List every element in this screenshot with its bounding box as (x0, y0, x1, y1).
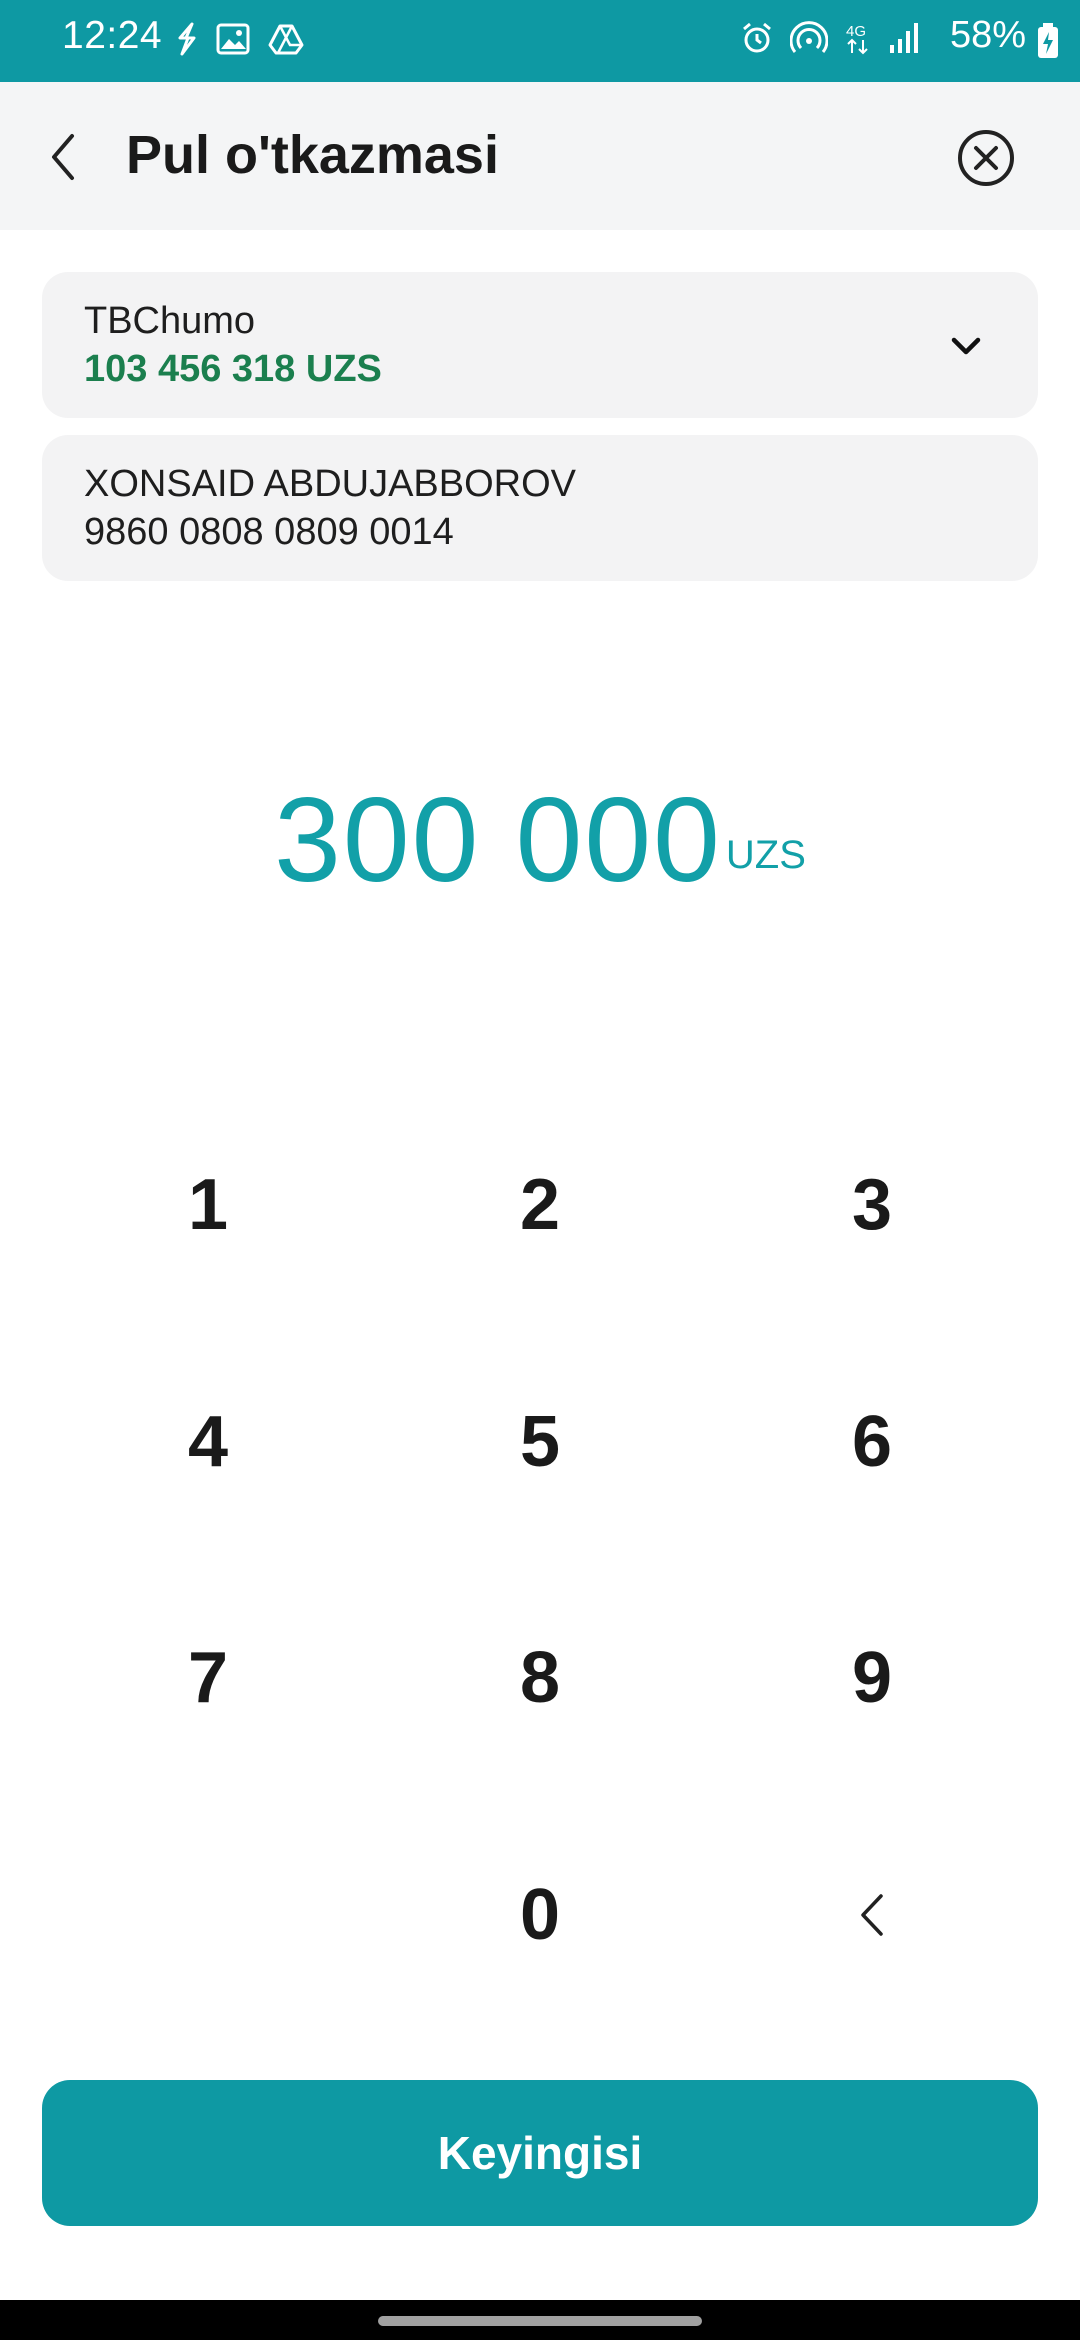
page-title: Pul o'tkazmasi (126, 125, 499, 185)
chevron-down-icon[interactable] (948, 328, 984, 364)
keypad-key-1[interactable]: 1 (58, 1115, 358, 1295)
amount-currency: UZS (725, 833, 806, 877)
status-time: 12:24 (62, 14, 163, 57)
keypad-key-0[interactable]: 0 (390, 1825, 690, 2005)
home-gesture-handle[interactable] (378, 2316, 702, 2326)
source-card-name: TBChumo (84, 300, 256, 342)
signal-icon (890, 23, 918, 53)
back-button[interactable] (42, 128, 84, 186)
next-button[interactable]: Keyingisi (42, 2080, 1038, 2226)
keypad-backspace-key[interactable] (722, 1825, 1022, 2005)
transfer-screen: 12:24 4G 58% Pul o'tkazmasi TBChumo 103 … (0, 0, 1080, 2340)
drive-icon (268, 24, 304, 55)
recipient-card-number: 9860 0808 0809 0014 (84, 511, 454, 553)
close-button[interactable] (956, 128, 1016, 188)
keypad-key-8[interactable]: 8 (390, 1588, 690, 1768)
status-bar: 12:24 4G 58% (0, 0, 1080, 82)
image-icon (216, 23, 250, 55)
keypad-key-7[interactable]: 7 (58, 1588, 358, 1768)
navigation-bar (0, 2300, 1080, 2340)
4g-icon: 4G (846, 23, 868, 55)
keypad-key-6[interactable]: 6 (722, 1352, 1022, 1532)
recipient-name: XONSAID ABDUJABBOROV (84, 463, 577, 505)
amount-display: 300 000 UZS (0, 760, 1080, 900)
sync-icon (178, 22, 196, 56)
source-card-balance: 103 456 318 UZS (84, 348, 382, 390)
backspace-chevron-icon (861, 1894, 883, 1936)
amount-value: 300 000 (274, 773, 722, 907)
status-right-icons: 4G (740, 20, 920, 56)
keypad-key-2[interactable]: 2 (390, 1115, 690, 1295)
battery-percentage: 58% (949, 14, 1026, 56)
source-card-selector[interactable]: TBChumo 103 456 318 UZS (42, 272, 1038, 418)
status-left-icons (176, 22, 304, 56)
keypad-key-9[interactable]: 9 (722, 1588, 1022, 1768)
recipient-card: XONSAID ABDUJABBOROV 9860 0808 0809 0014 (42, 435, 1038, 581)
app-header: Pul o'tkazmasi (0, 82, 1080, 230)
keypad-key-5[interactable]: 5 (390, 1352, 690, 1532)
svg-text:4G: 4G (846, 23, 866, 40)
keypad-key-3[interactable]: 3 (722, 1115, 1022, 1295)
battery-charging-icon (1038, 23, 1058, 58)
keypad-key-4[interactable]: 4 (58, 1352, 358, 1532)
hotspot-icon (790, 21, 828, 53)
alarm-icon (743, 22, 771, 53)
